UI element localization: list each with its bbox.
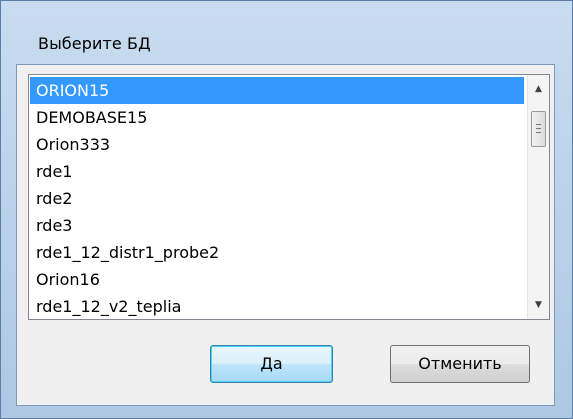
scroll-up-arrow-icon[interactable]: ▲	[528, 79, 549, 99]
dialog-window: Выберите БД ORION15 DEMOBASE15 Orion333 …	[0, 0, 573, 419]
vertical-scrollbar[interactable]: ▲ ▼	[527, 75, 549, 319]
dialog-title: Выберите БД	[38, 34, 151, 53]
scroll-down-arrow-icon[interactable]: ▼	[528, 295, 549, 315]
database-list: ORION15 DEMOBASE15 Orion333 rde1 rde2 rd…	[30, 77, 524, 319]
list-item[interactable]: Orion333	[30, 131, 524, 158]
grip-line-icon	[536, 132, 541, 133]
list-item[interactable]: rde1_12_v2_teplia	[30, 293, 524, 319]
list-item[interactable]: DEMOBASE15	[30, 104, 524, 131]
database-listbox[interactable]: ORION15 DEMOBASE15 Orion333 rde1 rde2 rd…	[28, 74, 550, 320]
list-item[interactable]: ORION15	[30, 77, 524, 104]
scroll-thumb[interactable]	[531, 111, 546, 147]
grip-line-icon	[536, 128, 541, 129]
button-bar: Да Отменить	[28, 320, 550, 398]
list-item[interactable]: rde2	[30, 185, 524, 212]
grip-line-icon	[536, 124, 541, 125]
cancel-button[interactable]: Отменить	[390, 345, 530, 383]
list-item[interactable]: rde3	[30, 212, 524, 239]
ok-button[interactable]: Да	[210, 345, 333, 383]
list-item[interactable]: Orion16	[30, 266, 524, 293]
list-item[interactable]: rde1_12_distr1_probe2	[30, 239, 524, 266]
list-item[interactable]: rde1	[30, 158, 524, 185]
